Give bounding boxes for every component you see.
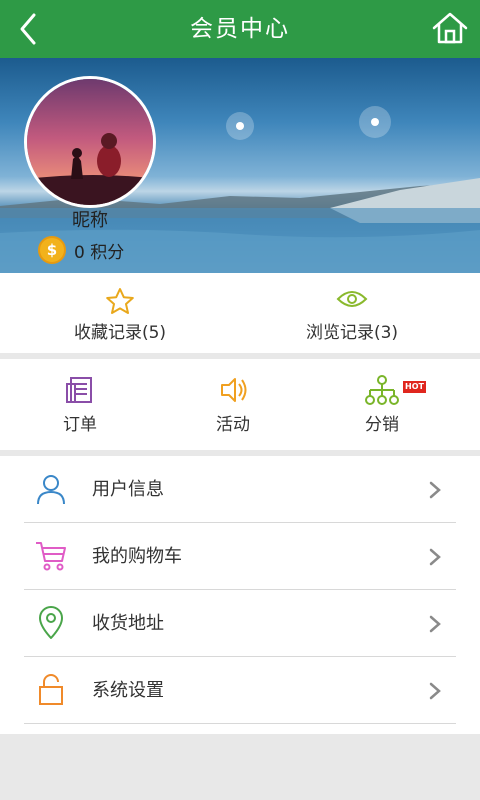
lock-icon (39, 674, 63, 705)
coin-icon: $ (38, 236, 66, 264)
top-bar: 会员中心 (0, 0, 480, 58)
points-display[interactable]: $ 0 积分 (38, 234, 124, 266)
menu-item-user-info[interactable]: 用户信息 (0, 456, 480, 523)
distribution-label: 分销 (365, 415, 399, 435)
location-pin-icon (39, 606, 63, 639)
avatar-image (27, 79, 153, 205)
menu-item-cart[interactable]: 我的购物车 (0, 523, 480, 590)
chevron-right-icon (429, 548, 441, 566)
distribution-icon (365, 375, 399, 405)
page-title: 会员中心 (190, 16, 290, 42)
orders-button[interactable]: 订单 (0, 359, 160, 450)
distribution-button[interactable]: 分销 (302, 359, 462, 450)
activities-button[interactable]: 活动 (153, 359, 313, 450)
divider (24, 723, 456, 724)
favorites-record-label: 收藏记录(5) (73, 323, 167, 343)
nickname: 昵称 (72, 210, 108, 231)
activities-label: 活动 (216, 415, 250, 435)
profile-banner: 昵称 $ 0 积分 (0, 58, 480, 273)
quick-links-panel: 订单 活动 分销 (0, 359, 480, 450)
menu-item-label: 系统设置 (92, 680, 164, 701)
order-icon (66, 377, 92, 403)
browsing-record-button[interactable]: 浏览记录(3) (232, 273, 472, 353)
cart-icon (36, 542, 66, 571)
menu-item-label: 用户信息 (92, 479, 164, 500)
points-label: 0 积分 (74, 242, 125, 263)
user-icon (37, 475, 65, 505)
star-icon (106, 288, 134, 314)
chevron-right-icon (429, 481, 441, 499)
eye-icon (336, 291, 368, 307)
speaker-icon (221, 378, 247, 402)
avatar[interactable] (24, 76, 156, 208)
browsing-record-label: 浏览记录(3) (305, 323, 399, 343)
settings-menu: 用户信息 我的购物车 收货地址 系统设置 (0, 456, 480, 734)
chevron-right-icon (429, 615, 441, 633)
records-panel: 收藏记录(5) 浏览记录(3) (0, 273, 480, 353)
hot-badge: HOT (403, 381, 426, 393)
orders-label: 订单 (63, 415, 97, 435)
menu-item-label: 收货地址 (92, 613, 164, 634)
favorites-record-button[interactable]: 收藏记录(5) (0, 273, 240, 353)
home-icon[interactable] (430, 10, 470, 46)
menu-item-label: 我的购物车 (92, 546, 182, 567)
chevron-right-icon (429, 682, 441, 700)
menu-item-settings[interactable]: 系统设置 (0, 657, 480, 724)
menu-item-address[interactable]: 收货地址 (0, 590, 480, 657)
